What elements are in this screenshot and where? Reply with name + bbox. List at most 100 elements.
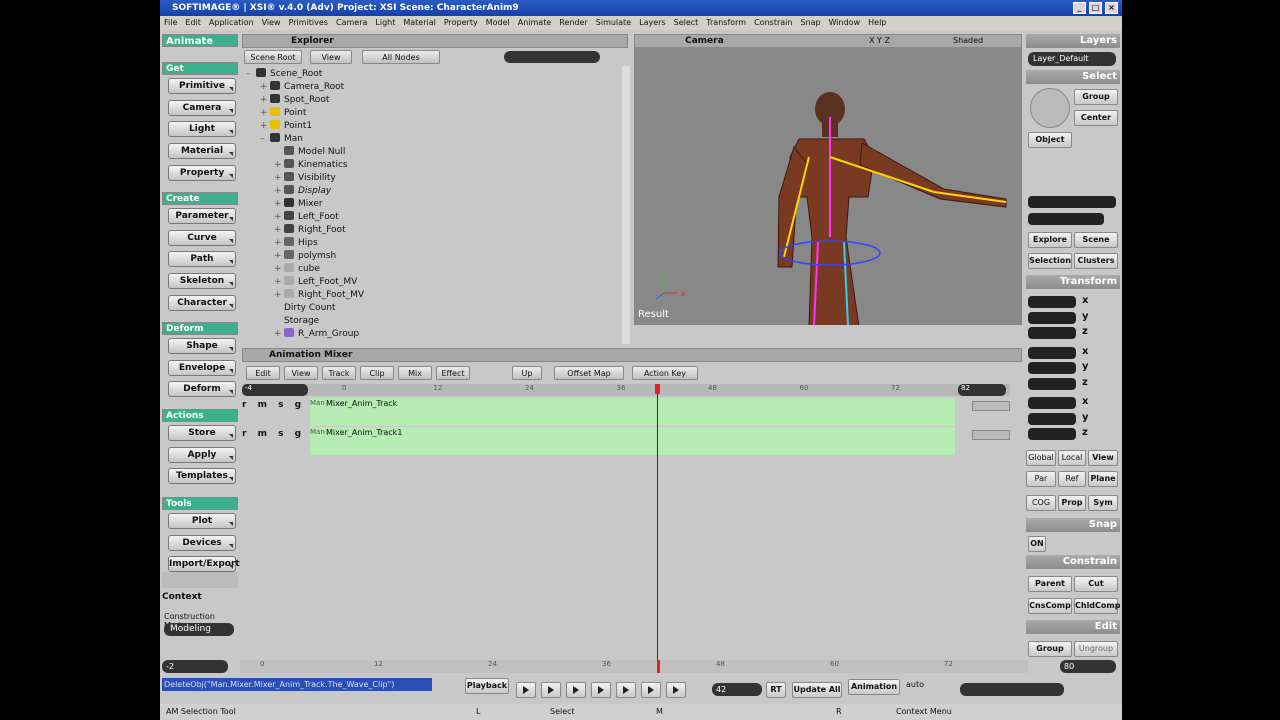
left-button-plot[interactable]: Plot [168,513,236,529]
transform-axis-y[interactable]: y [1082,361,1089,372]
menu-model[interactable]: Model [482,16,514,30]
3d-viewport[interactable]: x y Result [634,47,1022,328]
cog-button[interactable]: COG [1026,495,1056,511]
mixer-track[interactable]: Man Mixer_Anim_Track [310,398,955,426]
plane-button[interactable]: Plane [1088,471,1118,487]
ref-button[interactable]: Ref [1058,471,1086,487]
menu-edit[interactable]: Edit [181,16,205,30]
left-button-character[interactable]: Character [168,294,236,311]
tree-expander[interactable]: + [274,276,284,289]
clusters-button[interactable]: Clusters [1074,253,1118,269]
selection-field[interactable] [1028,196,1116,208]
tree-expander[interactable]: + [274,185,284,198]
mixer-ruler[interactable]: -4 82 0 12 24 36 48 60 72 [242,384,1010,396]
tree-node[interactable]: – Scene_Root [246,68,322,81]
module-switcher[interactable]: Animate [162,34,238,47]
view-dropdown[interactable]: View [310,50,352,64]
transform-field-x[interactable] [1028,346,1076,359]
transport-loop-button[interactable] [666,682,686,698]
tree-expander[interactable]: – [246,68,256,81]
left-button-import-export[interactable]: Import/Export [168,556,240,573]
mixer-menu-effect[interactable]: Effect [436,366,470,380]
left-button-light[interactable]: Light [168,121,236,138]
menu-light[interactable]: Light [371,16,399,30]
menu-view[interactable]: View [258,16,285,30]
transform-field-y[interactable] [1028,311,1076,324]
tree-expander[interactable]: + [260,120,270,133]
selection-field-2[interactable] [1028,213,1104,225]
tree-expander[interactable]: + [260,107,270,120]
menu-material[interactable]: Material [399,16,440,30]
tree-node[interactable]: + Left_Foot_MV [274,276,357,289]
mixer-menu-view[interactable]: View [284,366,318,380]
tree-node[interactable]: + Visibility [274,172,336,185]
explorer-scrollbar[interactable] [622,66,630,344]
tree-node[interactable]: Model Null [274,146,345,159]
camera-dropdown[interactable]: Camera [685,36,724,46]
transform-axis-z[interactable]: z [1082,326,1088,337]
transform-field-z[interactable] [1028,428,1076,440]
tree-expander[interactable]: + [274,159,284,172]
transform-axis-x[interactable]: x [1082,346,1088,357]
menu-layers[interactable]: Layers [635,16,669,30]
mixer-end-field[interactable]: 82 [958,384,1006,396]
tree-expander[interactable]: + [274,172,284,185]
tree-node[interactable]: – Man [260,133,303,146]
transform-axis-y[interactable]: y [1082,311,1089,322]
menu-camera[interactable]: Camera [332,16,371,30]
menu-primitives[interactable]: Primitives [285,16,332,30]
display-mode-dropdown[interactable]: Shaded [953,36,983,45]
menu-simulate[interactable]: Simulate [592,16,635,30]
menu-window[interactable]: Window [825,16,865,30]
tree-node[interactable]: + Hips [274,237,318,250]
animation-button[interactable]: Animation [848,679,900,695]
left-button-primitive[interactable]: Primitive [168,78,236,94]
tree-expander[interactable]: + [274,211,284,224]
key-field[interactable] [960,683,1064,696]
mixer-title[interactable]: Animation Mixer [269,350,352,360]
transform-field-z[interactable] [1028,377,1076,390]
snap-on-button[interactable]: ON [1028,536,1046,552]
transport-play-button[interactable] [616,682,636,698]
ungroup-button[interactable]: Ungroup [1074,641,1118,657]
menu-animate[interactable]: Animate [514,16,556,30]
tree-node[interactable]: + Point1 [260,120,312,133]
selection-button[interactable]: Selection [1028,253,1072,269]
left-button-material[interactable]: Material [168,143,236,160]
tree-expander[interactable]: + [274,237,284,250]
close-button[interactable]: × [1105,2,1118,14]
tree-node[interactable]: + Right_Foot_MV [274,289,364,302]
cut-button[interactable]: Cut [1074,576,1118,592]
tree-expander[interactable]: + [274,224,284,237]
center-button[interactable]: Center [1074,110,1118,126]
tree-node[interactable]: + Camera_Root [260,81,344,94]
tree-expander[interactable]: + [274,289,284,302]
transform-axis-y[interactable]: y [1082,412,1089,423]
maximize-button[interactable]: □ [1089,2,1102,14]
sym-button[interactable]: Sym [1088,495,1118,511]
tree-node[interactable]: + cube [274,263,320,276]
menu-property[interactable]: Property [440,16,482,30]
tree-node[interactable]: + Left_Foot [274,211,339,224]
select-arrow-icon[interactable] [1030,88,1070,128]
transform-field-z[interactable] [1028,327,1076,339]
object-button[interactable]: Object [1028,132,1072,148]
mixer-menu-clip[interactable]: Clip [360,366,394,380]
minimize-button[interactable]: _ [1073,2,1086,14]
mixer-playhead[interactable] [657,384,658,660]
timeline-end-field[interactable]: 80 [1060,660,1116,673]
tree-node[interactable]: + Mixer [274,198,323,211]
transport-prev-frame-button[interactable] [591,682,611,698]
filter-dropdown[interactable]: All Nodes [362,50,440,64]
context-section[interactable]: Context [162,592,202,602]
command-line[interactable]: DeleteObj("Man.Mixer.Mixer_Anim_Track.Th… [162,678,432,691]
prop-button[interactable]: Prop [1058,495,1086,511]
tree-node[interactable]: Dirty Count [274,302,336,315]
menu-application[interactable]: Application [205,16,258,30]
tree-node[interactable]: + Right_Foot [274,224,346,237]
timeline-playhead[interactable] [657,660,660,673]
tree-node[interactable]: + R_Arm_Group [274,328,359,341]
offset-map-button[interactable]: Offset Map [554,366,624,380]
transform-axis-z[interactable]: z [1082,377,1088,388]
mixer-start-field[interactable]: -4 [242,384,308,396]
